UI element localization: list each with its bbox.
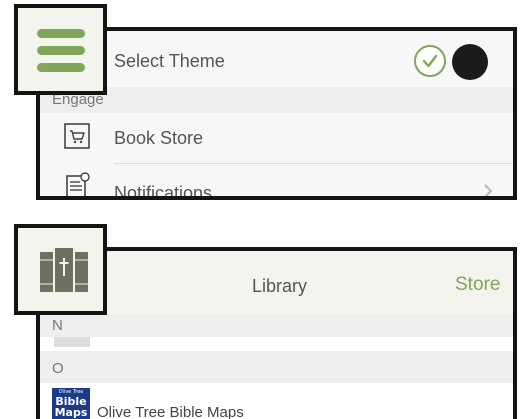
settings-panel: Select Theme Engage Book Store Notificat… — [36, 27, 517, 200]
chevron-right-icon — [482, 184, 494, 196]
store-link[interactable]: Store — [455, 274, 500, 296]
book-thumbnail — [54, 337, 90, 347]
section-o-label: O — [52, 360, 64, 377]
book-cover-title-line2: Maps — [54, 406, 88, 419]
book-cover: Olive Tree Bible Maps — [52, 388, 90, 419]
dark-theme-option[interactable] — [452, 44, 488, 80]
cart-icon — [64, 123, 90, 149]
select-theme-row[interactable]: Select Theme — [40, 31, 513, 87]
list-item-placeholder[interactable] — [40, 337, 513, 351]
section-o-header: O — [40, 351, 513, 383]
book-store-row[interactable]: Book Store — [40, 113, 513, 163]
library-panel: Library Store N O Olive Tree Bible Maps … — [36, 247, 517, 419]
section-n-header: N — [40, 315, 513, 337]
light-theme-check-option[interactable] — [414, 45, 446, 77]
notifications-label: Notifications — [114, 183, 213, 200]
page-title: Library — [252, 276, 308, 296]
book-title: Olive Tree Bible Maps — [97, 404, 244, 419]
section-n-label: N — [52, 317, 63, 334]
engage-section-header: Engage — [40, 87, 513, 113]
select-theme-label: Select Theme — [114, 51, 225, 71]
books-icon — [39, 246, 89, 296]
menu-button-callout[interactable] — [14, 4, 107, 95]
notifications-icon — [66, 172, 90, 196]
hamburger-menu-icon — [36, 26, 86, 76]
library-button-callout[interactable] — [14, 224, 107, 315]
book-store-label: Book Store — [114, 128, 204, 148]
notifications-row[interactable]: Notifications — [40, 164, 513, 200]
library-header: Library Store — [40, 251, 513, 315]
list-item[interactable]: Olive Tree Bible Maps Olive Tree Bible M… — [40, 383, 513, 419]
check-icon — [422, 54, 438, 68]
